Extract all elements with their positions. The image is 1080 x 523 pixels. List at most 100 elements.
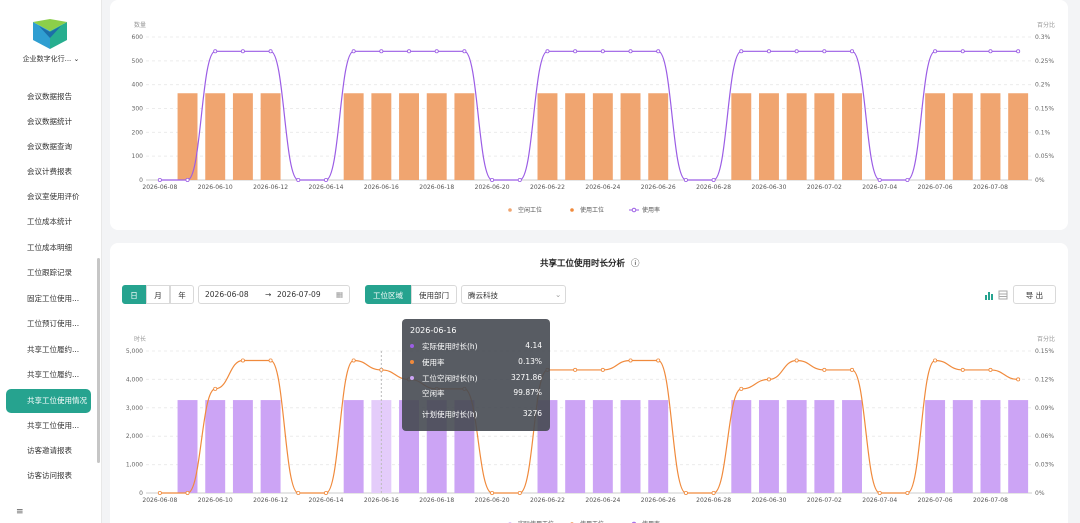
legend-marker — [631, 207, 637, 213]
tooltip-row: 计划使用时长(h) 3276 — [410, 409, 542, 421]
bar — [537, 93, 558, 180]
tooltip-row: 使用率 0.13% — [410, 357, 542, 369]
bar — [177, 400, 198, 493]
bar — [232, 400, 253, 493]
y2-tick-label: 0.1% — [1035, 129, 1051, 136]
tooltip-value: 4.14 — [525, 341, 542, 350]
x-tick-label: 2026-06-14 — [309, 184, 344, 191]
bar — [1008, 93, 1029, 180]
tooltip-label: 实际使用时长(h) — [422, 342, 478, 351]
usage-rate-point — [656, 49, 661, 54]
sidebar-item[interactable]: 会议室使用评价 — [6, 185, 91, 209]
bar — [620, 400, 641, 493]
y-tick-label: 100 — [132, 153, 144, 160]
x-tick-label: 2026-07-06 — [918, 184, 953, 191]
usage-rate-point — [490, 490, 495, 495]
x-tick-label: 2026-07-04 — [862, 184, 897, 191]
x-tick-label: 2026-06-26 — [641, 497, 676, 504]
bar — [454, 93, 475, 180]
sidebar-item[interactable]: 共享工位使用情况 — [6, 389, 91, 413]
bar — [648, 400, 669, 493]
chevron-down-icon: ⌄ — [73, 55, 80, 63]
sidebar-item[interactable]: 共享工位履约... — [6, 338, 91, 362]
x-tick-label: 2026-06-30 — [752, 184, 787, 191]
bar — [759, 93, 779, 180]
usage-rate-point — [822, 49, 827, 54]
collapse-menu-icon[interactable]: ≡ — [16, 507, 24, 517]
sidebar-item[interactable]: 访客访问报表 — [6, 464, 91, 488]
usage-rate-point — [573, 49, 578, 54]
usage-rate-point — [711, 177, 716, 182]
x-tick-label: 2026-06-24 — [585, 497, 620, 504]
bar — [648, 93, 669, 180]
usage-rate-point — [905, 177, 910, 182]
sidebar-item[interactable]: 会议数据统计 — [6, 110, 91, 134]
x-tick-label: 2026-06-12 — [253, 497, 288, 504]
x-tick-label: 2026-06-20 — [475, 497, 510, 504]
bar — [426, 93, 447, 180]
x-tick-label: 2026-06-08 — [142, 497, 177, 504]
bar — [925, 93, 946, 180]
sidebar-item[interactable]: 会议数据查询 — [6, 135, 91, 159]
usage-rate-point — [517, 490, 522, 495]
usage-rate-point — [240, 49, 245, 54]
usage-rate-point — [462, 49, 467, 54]
sidebar-item[interactable]: 工位成本统计 — [6, 210, 91, 234]
sidebar-item[interactable]: 共享工位履约... — [6, 363, 91, 387]
bar — [260, 93, 281, 180]
tooltip-label: 工位空闲时长(h) — [422, 374, 478, 383]
y-tick-label: 200 — [132, 129, 144, 136]
usage-rate-point — [545, 49, 550, 54]
x-tick-label: 2026-06-20 — [475, 184, 510, 191]
sidebar-item[interactable]: 会议数据报告 — [6, 85, 91, 109]
legend-label: 空闲工位 — [518, 206, 542, 214]
y-tick-label: 3,000 — [126, 405, 143, 412]
tooltip-date: 2026-06-16 — [410, 326, 457, 335]
sidebar-item[interactable]: 工位跟踪记录 — [6, 261, 91, 285]
tooltip-row: 实际使用时长(h) 4.14 — [410, 341, 542, 353]
usage-rate-point — [988, 367, 993, 372]
usage-rate-point — [296, 177, 301, 182]
y2-tick-label: 0.25% — [1035, 58, 1054, 65]
usage-rate-point — [822, 367, 827, 372]
sidebar-item[interactable]: 共享工位使用... — [6, 414, 91, 438]
sidebar-item[interactable]: 访客邀请报表 — [6, 439, 91, 463]
usage-rate-point — [988, 49, 993, 54]
usage-rate-point — [573, 367, 578, 372]
y2-axis-title: 百分比 — [1037, 335, 1055, 343]
sidebar-item[interactable]: 会议计费报表 — [6, 160, 91, 184]
y2-tick-label: 0.09% — [1035, 405, 1054, 412]
bar — [980, 400, 1001, 493]
bar — [925, 400, 946, 493]
usage-duration-chart: 时长 百分比 0 0% 1,000 0.03% 2,000 0.06% 3,000 0.09% 4,… — [126, 335, 1055, 523]
usage-rate-point — [157, 177, 162, 182]
usage-rate-point — [240, 358, 245, 363]
usage-rate-point — [739, 386, 744, 391]
sidebar-item[interactable]: 工位成本明细 — [6, 236, 91, 260]
sidebar-item[interactable]: 固定工位使用... — [6, 287, 91, 311]
y-tick-label: 0 — [139, 490, 143, 497]
x-tick-label: 2026-07-04 — [862, 497, 897, 504]
tooltip-series-dot — [410, 344, 414, 348]
usage-rate-point — [960, 367, 965, 372]
y2-tick-label: 0.12% — [1035, 376, 1054, 383]
x-tick-label: 2026-06-24 — [585, 184, 620, 191]
org-switcher[interactable]: 企业数字化行... ⌄ — [0, 54, 102, 64]
y2-tick-label: 0.06% — [1035, 433, 1054, 440]
usage-rate-point — [766, 49, 771, 54]
usage-rate-point — [379, 49, 384, 54]
sidebar-item[interactable]: 工位预订使用... — [6, 312, 91, 336]
y-tick-label: 300 — [132, 106, 144, 113]
logo-icon — [33, 19, 67, 49]
usage-rate-point — [794, 49, 799, 54]
bar — [620, 93, 641, 180]
usage-rate-point — [434, 49, 439, 54]
y2-tick-label: 0.05% — [1035, 153, 1054, 160]
bar — [759, 400, 779, 493]
bar — [205, 400, 226, 493]
sidebar-scrollbar[interactable] — [97, 258, 100, 463]
x-tick-label: 2026-06-28 — [696, 184, 731, 191]
usage-rate-line — [159, 359, 1019, 494]
usage-rate-point — [185, 490, 190, 495]
x-tick-label: 2026-06-26 — [641, 184, 676, 191]
